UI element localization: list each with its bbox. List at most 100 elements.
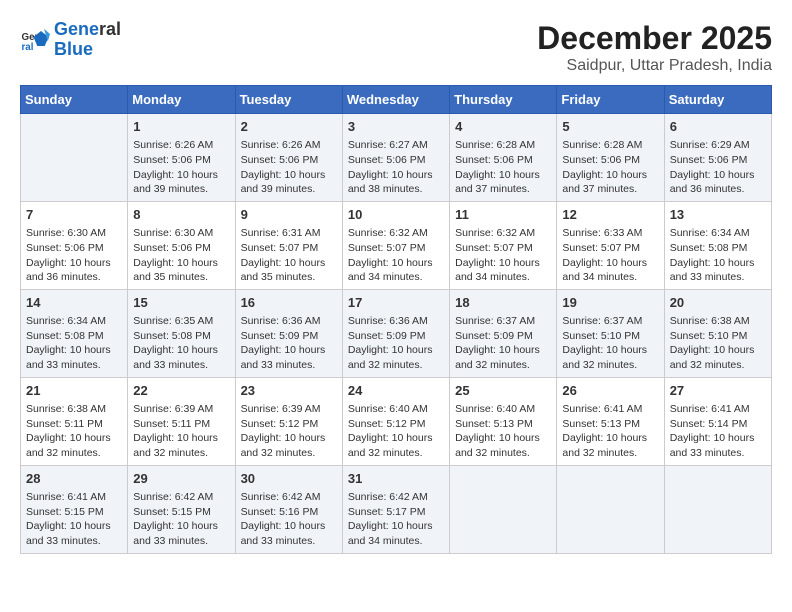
day-number: 18 <box>455 294 551 312</box>
day-info: Sunrise: 6:30 AM Sunset: 5:06 PM Dayligh… <box>26 226 122 285</box>
day-number: 29 <box>133 470 229 488</box>
calendar-cell: 9 Sunrise: 6:31 AM Sunset: 5:07 PM Daylig… <box>235 201 342 289</box>
calendar-cell: 2 Sunrise: 6:26 AM Sunset: 5:06 PM Daylig… <box>235 114 342 202</box>
calendar-cell: 28 Sunrise: 6:41 AM Sunset: 5:15 PM Dayli… <box>21 465 128 553</box>
day-number: 24 <box>348 382 444 400</box>
day-info: Sunrise: 6:31 AM Sunset: 5:07 PM Dayligh… <box>241 226 337 285</box>
day-number: 17 <box>348 294 444 312</box>
header-wednesday: Wednesday <box>342 86 449 114</box>
logo: Gene- ral General Blue <box>20 20 121 60</box>
calendar-cell: 19 Sunrise: 6:37 AM Sunset: 5:10 PM Dayli… <box>557 289 664 377</box>
day-info: Sunrise: 6:42 AM Sunset: 5:16 PM Dayligh… <box>241 490 337 549</box>
day-number: 3 <box>348 118 444 136</box>
calendar-cell: 15Sunrise: 6:35 AM Sunset: 5:08 PM Dayli… <box>128 289 235 377</box>
day-info: Sunrise: 6:30 AM Sunset: 5:06 PM Dayligh… <box>133 226 229 285</box>
day-info: Sunrise: 6:37 AM Sunset: 5:10 PM Dayligh… <box>562 314 658 373</box>
day-info: Sunrise: 6:42 AM Sunset: 5:15 PM Dayligh… <box>133 490 229 549</box>
header-sunday: Sunday <box>21 86 128 114</box>
day-number: 1 <box>133 118 229 136</box>
calendar-cell: 10Sunrise: 6:32 AM Sunset: 5:07 PM Dayli… <box>342 201 449 289</box>
day-number: 14 <box>26 294 122 312</box>
header-thursday: Thursday <box>450 86 557 114</box>
day-number: 23 <box>241 382 337 400</box>
day-info: Sunrise: 6:34 AM Sunset: 5:08 PM Dayligh… <box>670 226 766 285</box>
day-number: 11 <box>455 206 551 224</box>
page-header: Gene- ral General Blue December 2025 Sai… <box>20 20 772 75</box>
day-info: Sunrise: 6:41 AM Sunset: 5:14 PM Dayligh… <box>670 402 766 461</box>
calendar-cell <box>450 465 557 553</box>
day-info: Sunrise: 6:27 AM Sunset: 5:06 PM Dayligh… <box>348 138 444 197</box>
day-info: Sunrise: 6:36 AM Sunset: 5:09 PM Dayligh… <box>348 314 444 373</box>
day-info: Sunrise: 6:26 AM Sunset: 5:06 PM Dayligh… <box>241 138 337 197</box>
day-info: Sunrise: 6:41 AM Sunset: 5:15 PM Dayligh… <box>26 490 122 549</box>
calendar-cell: 17 Sunrise: 6:36 AM Sunset: 5:09 PM Dayli… <box>342 289 449 377</box>
day-info: Sunrise: 6:28 AM Sunset: 5:06 PM Dayligh… <box>562 138 658 197</box>
calendar-cell: 24 Sunrise: 6:40 AM Sunset: 5:12 PM Dayli… <box>342 377 449 465</box>
day-number: 2 <box>241 118 337 136</box>
day-info: Sunrise: 6:29 AM Sunset: 5:06 PM Dayligh… <box>670 138 766 197</box>
title-area: December 2025 Saidpur, Uttar Pradesh, In… <box>537 20 772 75</box>
day-info: Sunrise: 6:32 AM Sunset: 5:07 PM Dayligh… <box>455 226 551 285</box>
header-monday: Monday <box>128 86 235 114</box>
calendar-header-row: SundayMondayTuesdayWednesdayThursdayFrid… <box>21 86 772 114</box>
day-number: 22 <box>133 382 229 400</box>
calendar-cell: 23 Sunrise: 6:39 AM Sunset: 5:12 PM Dayli… <box>235 377 342 465</box>
day-info: Sunrise: 6:37 AM Sunset: 5:09 PM Dayligh… <box>455 314 551 373</box>
calendar-cell: 6 Sunrise: 6:29 AM Sunset: 5:06 PM Daylig… <box>664 114 771 202</box>
day-number: 27 <box>670 382 766 400</box>
day-number: 8 <box>133 206 229 224</box>
day-info: Sunrise: 6:35 AM Sunset: 5:08 PM Dayligh… <box>133 314 229 373</box>
day-info: Sunrise: 6:39 AM Sunset: 5:11 PM Dayligh… <box>133 402 229 461</box>
day-number: 7 <box>26 206 122 224</box>
calendar-cell: 13 Sunrise: 6:34 AM Sunset: 5:08 PM Dayli… <box>664 201 771 289</box>
day-info: Sunrise: 6:33 AM Sunset: 5:07 PM Dayligh… <box>562 226 658 285</box>
calendar-cell: 4Sunrise: 6:28 AM Sunset: 5:06 PM Daylig… <box>450 114 557 202</box>
day-info: Sunrise: 6:41 AM Sunset: 5:13 PM Dayligh… <box>562 402 658 461</box>
calendar-cell: 31Sunrise: 6:42 AM Sunset: 5:17 PM Dayli… <box>342 465 449 553</box>
day-info: Sunrise: 6:42 AM Sunset: 5:17 PM Dayligh… <box>348 490 444 549</box>
calendar-cell: 30Sunrise: 6:42 AM Sunset: 5:16 PM Dayli… <box>235 465 342 553</box>
logo-text-line2: Blue <box>54 40 121 60</box>
week-row-2: 14 Sunrise: 6:34 AM Sunset: 5:08 PM Dayli… <box>21 289 772 377</box>
day-number: 21 <box>26 382 122 400</box>
day-info: Sunrise: 6:40 AM Sunset: 5:12 PM Dayligh… <box>348 402 444 461</box>
day-number: 16 <box>241 294 337 312</box>
calendar-cell: 26Sunrise: 6:41 AM Sunset: 5:13 PM Dayli… <box>557 377 664 465</box>
calendar-cell: 1Sunrise: 6:26 AM Sunset: 5:06 PM Daylig… <box>128 114 235 202</box>
day-number: 19 <box>562 294 658 312</box>
calendar-cell: 25 Sunrise: 6:40 AM Sunset: 5:13 PM Dayli… <box>450 377 557 465</box>
day-info: Sunrise: 6:38 AM Sunset: 5:10 PM Dayligh… <box>670 314 766 373</box>
logo-text-line1: General <box>54 20 121 40</box>
main-title: December 2025 <box>537 20 772 57</box>
day-number: 12 <box>562 206 658 224</box>
week-row-1: 7 Sunrise: 6:30 AM Sunset: 5:06 PM Daylig… <box>21 201 772 289</box>
calendar-table: SundayMondayTuesdayWednesdayThursdayFrid… <box>20 85 772 554</box>
day-info: Sunrise: 6:40 AM Sunset: 5:13 PM Dayligh… <box>455 402 551 461</box>
day-number: 25 <box>455 382 551 400</box>
calendar-cell: 8 Sunrise: 6:30 AM Sunset: 5:06 PM Daylig… <box>128 201 235 289</box>
calendar-cell: 5Sunrise: 6:28 AM Sunset: 5:06 PM Daylig… <box>557 114 664 202</box>
calendar-cell: 20 Sunrise: 6:38 AM Sunset: 5:10 PM Dayli… <box>664 289 771 377</box>
day-info: Sunrise: 6:34 AM Sunset: 5:08 PM Dayligh… <box>26 314 122 373</box>
calendar-cell: 11 Sunrise: 6:32 AM Sunset: 5:07 PM Dayli… <box>450 201 557 289</box>
calendar-cell: 21 Sunrise: 6:38 AM Sunset: 5:11 PM Dayli… <box>21 377 128 465</box>
calendar-cell: 14 Sunrise: 6:34 AM Sunset: 5:08 PM Dayli… <box>21 289 128 377</box>
calendar-cell: 3 Sunrise: 6:27 AM Sunset: 5:06 PM Daylig… <box>342 114 449 202</box>
calendar-cell <box>21 114 128 202</box>
day-number: 20 <box>670 294 766 312</box>
day-info: Sunrise: 6:39 AM Sunset: 5:12 PM Dayligh… <box>241 402 337 461</box>
day-info: Sunrise: 6:28 AM Sunset: 5:06 PM Dayligh… <box>455 138 551 197</box>
day-number: 13 <box>670 206 766 224</box>
header-saturday: Saturday <box>664 86 771 114</box>
header-friday: Friday <box>557 86 664 114</box>
day-number: 28 <box>26 470 122 488</box>
calendar-cell: 16Sunrise: 6:36 AM Sunset: 5:09 PM Dayli… <box>235 289 342 377</box>
day-number: 9 <box>241 206 337 224</box>
calendar-cell <box>557 465 664 553</box>
calendar-cell: 27 Sunrise: 6:41 AM Sunset: 5:14 PM Dayli… <box>664 377 771 465</box>
sub-title: Saidpur, Uttar Pradesh, India <box>537 57 772 75</box>
day-number: 6 <box>670 118 766 136</box>
day-info: Sunrise: 6:38 AM Sunset: 5:11 PM Dayligh… <box>26 402 122 461</box>
calendar-cell: 22 Sunrise: 6:39 AM Sunset: 5:11 PM Dayli… <box>128 377 235 465</box>
calendar-cell <box>664 465 771 553</box>
